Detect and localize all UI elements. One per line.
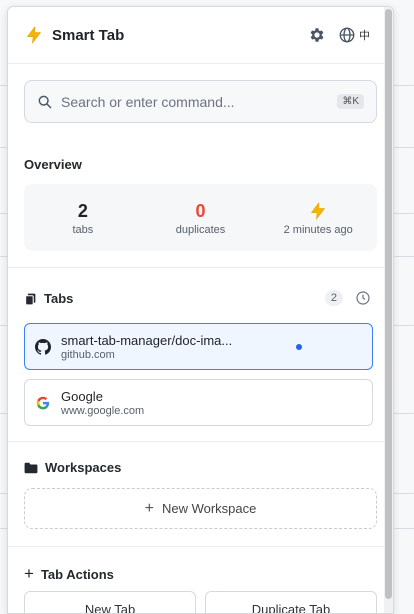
google-icon	[35, 395, 51, 411]
new-workspace-label: New Workspace	[161, 501, 257, 516]
plus-icon: +	[144, 499, 154, 517]
plus-icon: +	[24, 564, 34, 583]
last-activity-label: 2 minutes ago	[283, 223, 353, 236]
new-workspace-button[interactable]: + New Workspace	[24, 488, 377, 529]
scrollbar[interactable]	[384, 7, 393, 613]
tabs-heading: Tabs	[24, 291, 73, 306]
app-title: Smart Tab	[52, 26, 125, 44]
tab-title: Google	[61, 388, 103, 404]
overview-heading-label: Overview	[24, 157, 82, 172]
tab-text: smart-tab-manager/doc-ima... github.com	[61, 333, 296, 361]
overview-heading: Overview	[24, 157, 82, 172]
workspaces-heading-label: Workspaces	[45, 460, 122, 475]
tab-actions-heading-label: Tab Actions	[40, 566, 114, 582]
tabs-stat: 2 tabs	[24, 184, 142, 251]
tab-title: smart-tab-manager/doc-ima...	[61, 332, 233, 348]
search-input[interactable]	[61, 93, 338, 110]
extension-popup: Smart Tab 中 ⌘K Overview 2 tabs	[7, 6, 394, 614]
tab-text: Google www.google.com	[61, 389, 362, 417]
shortcut-badge: ⌘K	[337, 94, 364, 109]
tab-url: github.com	[61, 348, 115, 361]
history-clock-icon[interactable]	[355, 290, 371, 306]
last-activity-stat: 2 minutes ago	[259, 184, 377, 251]
search-icon	[38, 95, 52, 109]
new-tab-label: New Tab	[84, 602, 136, 614]
popup-header: Smart Tab 中	[8, 7, 386, 64]
duplicate-tab-label: Duplicate Tab	[251, 602, 331, 614]
duplicates-count: 0	[195, 200, 206, 221]
search-bar[interactable]: ⌘K	[24, 80, 377, 123]
tab-actions-heading: + Tab Actions	[24, 564, 114, 584]
tabs-heading-label: Tabs	[44, 291, 74, 306]
language-button[interactable]: 中	[338, 23, 370, 47]
lightning-icon	[311, 201, 326, 220]
tab-url: www.google.com	[61, 404, 145, 417]
language-label: 中	[359, 30, 370, 42]
section-divider	[8, 267, 386, 268]
new-tab-button[interactable]: New Tab	[24, 591, 196, 614]
tab-item-github[interactable]: smart-tab-manager/doc-ima... github.com	[24, 323, 373, 370]
active-tab-indicator	[296, 343, 302, 350]
scrollbar-thumb[interactable]	[385, 9, 392, 599]
duplicates-stat-label: duplicates	[175, 223, 226, 236]
duplicates-stat: 0 duplicates	[142, 184, 260, 251]
overview-card: 2 tabs 0 duplicates 2 minutes ago	[24, 184, 377, 251]
lightning-logo-icon	[26, 25, 42, 45]
tab-item-google[interactable]: Google www.google.com	[24, 379, 373, 426]
tabs-icon	[24, 292, 37, 306]
settings-button[interactable]	[308, 23, 326, 47]
gear-icon	[310, 28, 324, 42]
folder-icon	[24, 462, 38, 474]
tabs-stat-label: tabs	[72, 223, 94, 236]
section-divider	[8, 441, 386, 442]
tabs-count: 2	[77, 200, 88, 221]
tabs-count-badge: 2	[324, 290, 343, 306]
duplicate-tab-button[interactable]: Duplicate Tab	[205, 591, 377, 614]
github-icon	[35, 338, 51, 355]
section-divider	[8, 546, 386, 547]
globe-icon	[339, 27, 355, 43]
workspaces-heading: Workspaces	[24, 460, 121, 475]
tabs-meta: 2	[324, 290, 371, 306]
